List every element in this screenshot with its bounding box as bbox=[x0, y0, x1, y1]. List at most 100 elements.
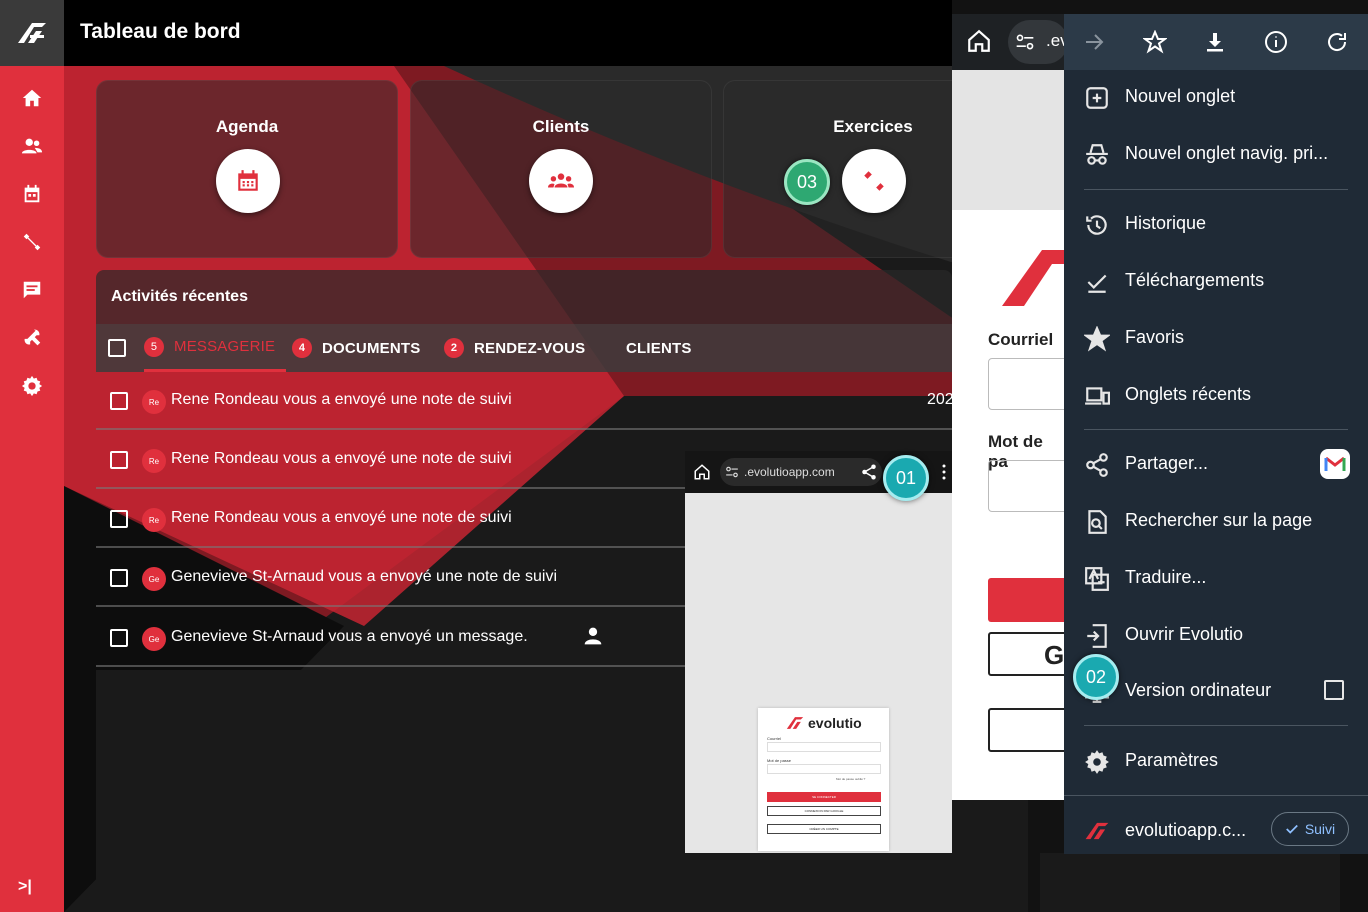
person-icon bbox=[584, 627, 602, 645]
info-icon[interactable] bbox=[1262, 28, 1290, 56]
tab-messagerie[interactable]: 5 MESSAGERIE bbox=[144, 324, 286, 372]
menu-item-open-app[interactable]: Ouvrir Evolutio bbox=[1064, 610, 1368, 660]
row-checkbox[interactable] bbox=[110, 629, 128, 647]
avatar: Ge bbox=[142, 567, 166, 591]
phone-url-bar[interactable]: .evolutioapp.com bbox=[720, 458, 882, 486]
home-icon[interactable] bbox=[693, 463, 711, 481]
refresh-icon[interactable] bbox=[1323, 28, 1351, 56]
calendar-icon[interactable] bbox=[216, 149, 280, 213]
more-vert-icon[interactable] bbox=[940, 463, 948, 481]
google-login-button[interactable]: G bbox=[988, 632, 1068, 676]
footer-site: evolutioapp.c... bbox=[1125, 820, 1247, 840]
tab-label: RENDEZ-VOUS bbox=[474, 339, 586, 357]
menu-item-label: Favoris bbox=[1125, 327, 1185, 347]
home-icon[interactable] bbox=[966, 28, 992, 54]
evolutio-logo bbox=[1002, 250, 1064, 306]
menu-item-history[interactable]: Historique bbox=[1064, 199, 1368, 249]
exercise-icon[interactable] bbox=[16, 226, 48, 258]
message-icon[interactable] bbox=[16, 274, 48, 306]
menu-item-bookmarks[interactable]: Favoris bbox=[1064, 313, 1368, 363]
select-all-checkbox[interactable] bbox=[108, 339, 126, 357]
evolutio-logo bbox=[786, 717, 804, 729]
menu-item-incognito[interactable]: Nouvel onglet navig. pri... bbox=[1064, 129, 1368, 179]
menu-item-label: Traduire... bbox=[1125, 567, 1207, 587]
card-clients[interactable]: Clients bbox=[410, 80, 712, 258]
phone-screenshot: .evolutioapp.com evolutio Courriel Mot d… bbox=[685, 451, 952, 853]
menu-divider bbox=[1084, 429, 1348, 430]
menu-item-new-tab[interactable]: Nouvel onglet bbox=[1064, 72, 1368, 122]
app-logo[interactable] bbox=[0, 0, 64, 66]
menu-item-label: Paramètres bbox=[1125, 750, 1219, 770]
dumbbell-icon[interactable] bbox=[842, 149, 906, 213]
card-label: Exercices bbox=[833, 117, 913, 136]
check-icon bbox=[1285, 824, 1298, 834]
tab-rendez-vous[interactable]: 2 RENDEZ-VOUS bbox=[444, 324, 585, 372]
activity-tabs: 5 MESSAGERIE 4 DOCUMENTS 2 RENDEZ-VOUS C… bbox=[96, 324, 952, 372]
open-app-icon bbox=[1084, 623, 1110, 649]
avatar: Ge bbox=[142, 627, 166, 651]
mini-email-input[interactable] bbox=[767, 742, 881, 752]
new-tab-icon bbox=[1084, 85, 1110, 111]
mini-create-button[interactable]: CRÉER UN COMPTE bbox=[767, 824, 881, 834]
row-checkbox[interactable] bbox=[110, 392, 128, 410]
row-text: Rene Rondeau vous a envoyé une note de s… bbox=[171, 509, 512, 526]
gmail-icon[interactable] bbox=[1320, 449, 1350, 479]
avatar: Re bbox=[142, 508, 166, 532]
row-checkbox[interactable] bbox=[110, 510, 128, 528]
desktop-site-checkbox[interactable] bbox=[1324, 680, 1344, 700]
login-button[interactable] bbox=[988, 578, 1068, 622]
menu-divider bbox=[1084, 725, 1348, 726]
clients-icon[interactable] bbox=[16, 130, 48, 162]
settings-icon[interactable] bbox=[16, 370, 48, 402]
browser-toolbar: .ev bbox=[952, 14, 1069, 70]
home-icon[interactable] bbox=[16, 82, 48, 114]
create-account-button[interactable] bbox=[988, 708, 1068, 752]
menu-item-share[interactable]: Partager... bbox=[1064, 439, 1368, 489]
menu-item-downloads[interactable]: Téléchargements bbox=[1064, 256, 1368, 306]
marker-01: 01 bbox=[883, 455, 929, 501]
tab-clients[interactable]: CLIENTS bbox=[626, 324, 692, 372]
activity-row[interactable]: Re Rene Rondeau vous a envoyé une note d… bbox=[96, 372, 954, 430]
menu-item-translate[interactable]: Traduire... bbox=[1064, 553, 1368, 603]
download-icon[interactable] bbox=[1201, 28, 1229, 56]
mini-forgot-link[interactable]: Mot de passe oublié ? bbox=[836, 777, 865, 781]
bookmark-star-icon[interactable] bbox=[1141, 28, 1169, 56]
mini-google-button[interactable]: CONNEXION PAR GOOGLE bbox=[767, 806, 881, 816]
google-letter: G bbox=[1044, 640, 1065, 670]
row-date: 202 bbox=[927, 391, 954, 408]
menu-item-label: Version ordinateur bbox=[1125, 680, 1272, 700]
row-text: Genevieve St-Arnaud vous a envoyé une no… bbox=[171, 568, 558, 585]
email-label: Courriel bbox=[988, 330, 1054, 349]
menu-item-settings[interactable]: Paramètres bbox=[1064, 736, 1368, 786]
tab-badge: 5 bbox=[144, 336, 164, 357]
incognito-icon bbox=[1084, 142, 1110, 168]
tab-label: CLIENTS bbox=[626, 339, 692, 357]
forward-icon[interactable] bbox=[1080, 28, 1108, 56]
menu-item-find-in-page[interactable]: Rechercher sur la page bbox=[1064, 496, 1368, 546]
marker-03: 03 bbox=[784, 159, 830, 205]
mini-password-input[interactable] bbox=[767, 764, 881, 774]
password-input[interactable] bbox=[988, 460, 1068, 512]
menu-item-recent-tabs[interactable]: Onglets récents bbox=[1064, 370, 1368, 420]
menu-item-label: Ouvrir Evolutio bbox=[1125, 624, 1244, 644]
menu-item-label: Téléchargements bbox=[1125, 270, 1265, 290]
card-exercices[interactable]: Exercices bbox=[723, 80, 963, 258]
tab-badge: 4 bbox=[292, 338, 312, 358]
evolutio-logo bbox=[1085, 822, 1109, 840]
share-icon[interactable] bbox=[860, 463, 878, 481]
collapse-sidebar-button[interactable]: >| bbox=[18, 878, 32, 896]
tools-icon[interactable] bbox=[16, 322, 48, 354]
mini-login-button[interactable]: SE CONNECTER bbox=[767, 792, 881, 802]
row-checkbox[interactable] bbox=[110, 451, 128, 469]
clients-icon[interactable] bbox=[529, 149, 593, 213]
avatar: Re bbox=[142, 449, 166, 473]
email-input[interactable] bbox=[988, 358, 1068, 410]
translate-icon bbox=[1084, 566, 1110, 592]
calendar-icon[interactable] bbox=[16, 178, 48, 210]
row-checkbox[interactable] bbox=[110, 569, 128, 587]
tab-documents[interactable]: 4 DOCUMENTS bbox=[292, 324, 420, 372]
card-agenda[interactable]: Agenda bbox=[96, 80, 398, 258]
card-label: Clients bbox=[532, 117, 590, 136]
history-icon bbox=[1084, 212, 1110, 238]
follow-button[interactable]: Suivi bbox=[1271, 812, 1349, 846]
